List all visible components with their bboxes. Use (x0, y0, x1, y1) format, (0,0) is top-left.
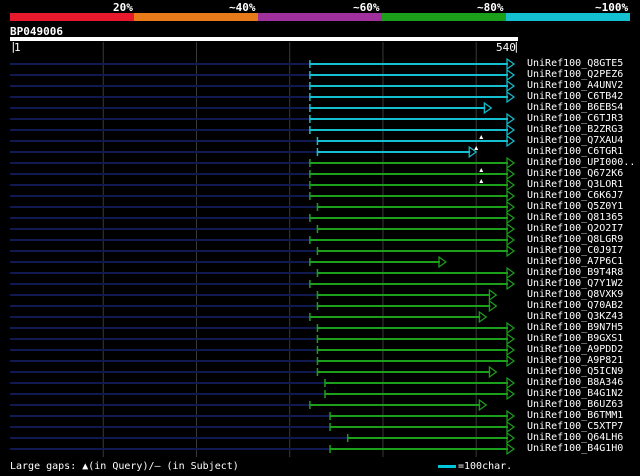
query-gap-marker (479, 168, 484, 172)
large-gaps-note: Large gaps: ▲(in Query)/– (in Subject) (10, 461, 239, 472)
hit-arrowhead (488, 365, 498, 379)
scale-note-text: =100char. (458, 461, 513, 472)
hit-arrowhead (506, 431, 516, 445)
hit-arrowhead (488, 288, 498, 302)
hit-label[interactable]: UniRef100_B8A346 (527, 377, 623, 388)
hit-label[interactable]: UniRef100_B6UZ63 (527, 399, 623, 410)
hit-label[interactable]: UniRef100_Q3KZ43 (527, 311, 623, 322)
hit-label[interactable]: UniRef100_C6TJR3 (527, 113, 623, 124)
hit-arrowhead (506, 277, 516, 291)
query-gap-marker (479, 179, 484, 183)
hit-label[interactable]: UniRef100_A9P821 (527, 355, 623, 366)
hit-arrowhead (506, 332, 516, 346)
hit-arrowhead (506, 266, 516, 280)
hit-label[interactable]: UniRef100_Q3LOR1 (527, 179, 623, 190)
hit-arrowhead (506, 189, 516, 203)
hit-label[interactable]: UniRef100_Q64LH6 (527, 432, 623, 443)
hit-arrowhead (506, 57, 516, 71)
hit-arrowhead (506, 343, 516, 357)
hit-arrowhead (506, 134, 516, 148)
hit-arrowhead (506, 178, 516, 192)
hit-label[interactable]: UniRef100_Q672K6 (527, 168, 623, 179)
hit-arrowhead (506, 420, 516, 434)
scale-swatch (438, 465, 456, 468)
hit-arrowhead (506, 321, 516, 335)
hit-label[interactable]: UniRef100_B2ZRG3 (527, 124, 623, 135)
hit-label[interactable]: UniRef100_C0J9I7 (527, 245, 623, 256)
query-gap-marker (474, 146, 479, 150)
hit-label[interactable]: UniRef100_B9N7H5 (527, 322, 623, 333)
hit-arrowhead (506, 442, 516, 456)
hit-label[interactable]: UniRef100_Q70AB2 (527, 300, 623, 311)
hit-label[interactable]: UniRef100_UPI000.. (527, 157, 635, 168)
hit-arrowhead (506, 387, 516, 401)
hit-arrowhead (506, 409, 516, 423)
hit-label[interactable]: UniRef100_A4UNV2 (527, 80, 623, 91)
hit-arrowhead (483, 101, 493, 115)
hit-arrowhead (506, 123, 516, 137)
hit-label[interactable]: UniRef100_C6TB42 (527, 91, 623, 102)
hit-label[interactable]: UniRef100_Q8LGR9 (527, 234, 623, 245)
hit-arrowhead (506, 90, 516, 104)
hit-arrowhead (478, 398, 488, 412)
hit-arrowhead (478, 310, 488, 324)
scale-note: =100char. (438, 461, 512, 472)
hit-label[interactable]: UniRef100_B9GXS1 (527, 333, 623, 344)
query-gap-marker (479, 135, 484, 139)
hit-arrowhead (506, 376, 516, 390)
hit-label[interactable]: UniRef100_Q2O2I7 (527, 223, 623, 234)
hit-arrowhead (506, 79, 516, 93)
hit-arrowhead (438, 255, 447, 269)
hit-arrowhead (506, 244, 516, 258)
hit-label[interactable]: UniRef100_B4G1N2 (527, 388, 623, 399)
hit-label[interactable]: UniRef100_B9T4R8 (527, 267, 623, 278)
hit-arrowhead (506, 211, 516, 225)
hit-arrowhead (506, 233, 516, 247)
hit-label[interactable]: UniRef100_Q5ICN9 (527, 366, 623, 377)
hit-label[interactable]: UniRef100_A9PDD2 (527, 344, 623, 355)
hit-label[interactable]: UniRef100_B4G1H0 (527, 443, 623, 454)
hit-label[interactable]: UniRef100_Q7XAU4 (527, 135, 623, 146)
hit-label[interactable]: UniRef100_B6TMM1 (527, 410, 623, 421)
hit-arrowhead (506, 354, 516, 368)
hit-arrowhead (506, 222, 516, 236)
hit-label[interactable]: UniRef100_A7P6C1 (527, 256, 623, 267)
hit-arrowhead (506, 167, 516, 181)
hit-label[interactable]: UniRef100_C5XTP7 (527, 421, 623, 432)
hit-label[interactable]: UniRef100_B6EBS4 (527, 102, 623, 113)
hit-arrowhead (506, 200, 516, 214)
hit-label[interactable]: UniRef100_Q81365 (527, 212, 623, 223)
hit-arrowhead (488, 299, 498, 313)
hit-label[interactable]: UniRef100_Q8GTE5 (527, 58, 623, 69)
hit-arrowhead (506, 112, 516, 126)
hit-label[interactable]: UniRef100_C6K6J7 (527, 190, 623, 201)
hit-arrowhead (506, 68, 516, 82)
hit-label[interactable]: UniRef100_Q7Y1W2 (527, 278, 623, 289)
hit-label[interactable]: UniRef100_Q5Z0Y1 (527, 201, 623, 212)
hit-arrowhead (506, 156, 516, 170)
hit-label[interactable]: UniRef100_C6TGR1 (527, 146, 623, 157)
hit-label[interactable]: UniRef100_Q2PEZ6 (527, 69, 623, 80)
hit-label[interactable]: UniRef100_Q8VXK9 (527, 289, 623, 300)
